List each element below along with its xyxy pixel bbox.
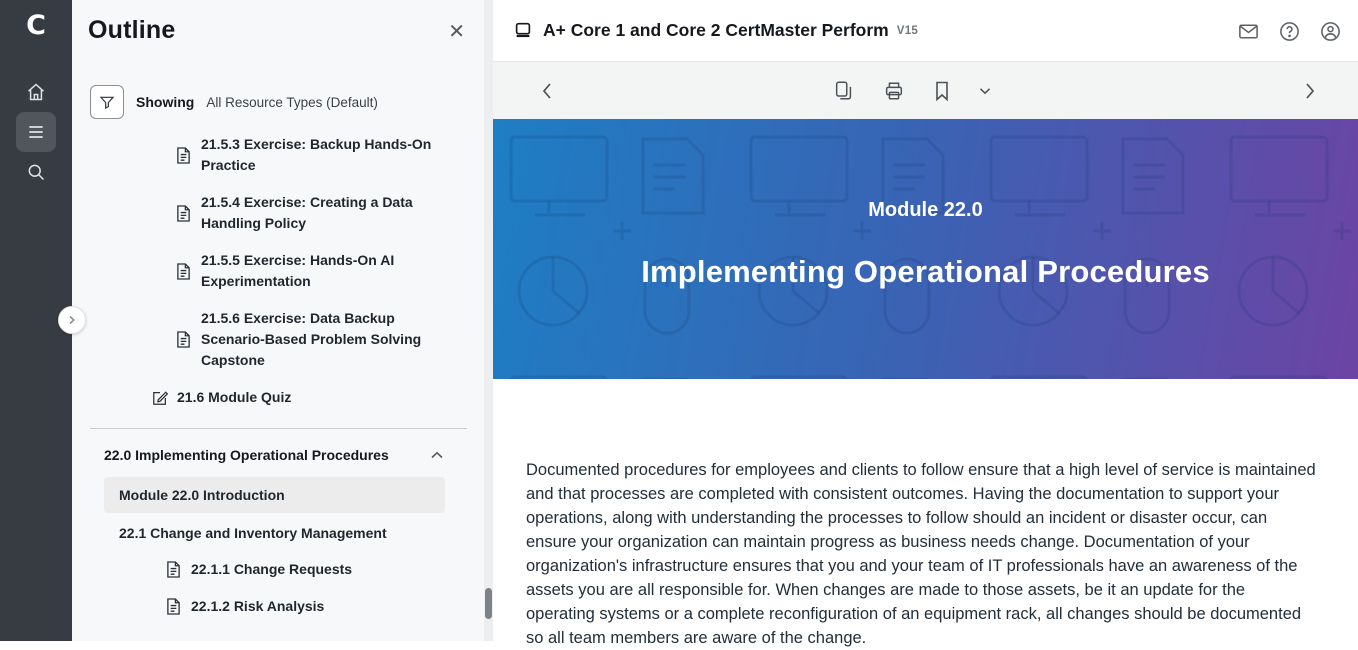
outline-section-22-0[interactable]: 22.0 Implementing Operational Procedures: [72, 447, 485, 463]
module-hero-banner: Module 22.0 Implementing Operational Pro…: [493, 119, 1358, 379]
toolbar-center-group: [833, 80, 991, 102]
outline-item-21-5-5[interactable]: 21.5.5 Exercise: Hands-On AI Experimenta…: [72, 250, 485, 292]
filter-row: Showing All Resource Types (Default): [90, 85, 378, 119]
outline-divider: [90, 428, 467, 429]
filter-button[interactable]: [90, 85, 124, 119]
document-icon: [176, 331, 192, 348]
bookmark-icon[interactable]: [933, 80, 951, 102]
outline-item-module-22-0-intro-selected[interactable]: Module 22.0 Introduction: [104, 477, 445, 513]
hero-module-label: Module 22.0: [493, 199, 1358, 222]
outline-item-21-5-3[interactable]: 21.5.3 Exercise: Backup Hands-On Practic…: [72, 134, 485, 176]
outline-item-label: 21.6 Module Quiz: [177, 387, 291, 408]
main-content: A+ Core 1 and Core 2 CertMaster Perform …: [493, 0, 1358, 641]
previous-page-button[interactable]: [539, 81, 555, 101]
outline-scrollbar-thumb[interactable]: [485, 588, 492, 619]
outline-item-21-5-4[interactable]: 21.5.4 Exercise: Creating a Data Handlin…: [72, 192, 485, 234]
outline-item-label: Module 22.0 Introduction: [119, 487, 285, 503]
outline-item-21-5-6[interactable]: 21.5.6 Exercise: Data Backup Scenario-Ba…: [72, 308, 485, 371]
course-title-wrap: A+ Core 1 and Core 2 CertMaster Perform …: [513, 20, 918, 41]
close-outline-button[interactable]: ✕: [448, 22, 465, 42]
hero-module-title: Implementing Operational Procedures: [493, 254, 1358, 290]
outline-item-label: 22.1.2 Risk Analysis: [191, 596, 324, 617]
search-button[interactable]: [16, 152, 56, 192]
outline-item-label: 22.1.1 Change Requests: [191, 559, 352, 580]
home-button[interactable]: [16, 72, 56, 112]
bookmark-dropdown-chevron-icon[interactable]: [979, 87, 991, 95]
filter-funnel-icon: [99, 94, 115, 110]
menu-icon: [26, 122, 46, 142]
outline-tree: 21.5.3 Exercise: Backup Hands-On Practic…: [72, 134, 485, 633]
document-icon: [176, 263, 192, 280]
filter-showing-label: Showing: [136, 94, 194, 110]
lesson-paragraph: Documented procedures for employees and …: [526, 458, 1318, 650]
outline-panel: Outline ✕ Showing All Resource Types (De…: [72, 0, 493, 641]
lesson-toolbar: [493, 62, 1358, 119]
outline-item-22-1-2[interactable]: 22.1.2 Risk Analysis: [72, 596, 485, 617]
outline-section-label: 22.0 Implementing Operational Procedures: [104, 447, 389, 463]
document-icon: [166, 598, 182, 615]
search-icon: [26, 162, 46, 182]
copy-icon[interactable]: [833, 80, 855, 102]
chevron-right-icon: [67, 315, 77, 325]
course-book-icon: [513, 21, 533, 41]
outline-panel-title: Outline: [88, 16, 176, 45]
mail-button[interactable]: [1237, 20, 1260, 43]
outline-item-label: 21.5.3 Exercise: Backup Hands-On Practic…: [201, 134, 451, 176]
account-button[interactable]: [1319, 20, 1342, 43]
home-icon: [26, 82, 46, 102]
document-icon: [176, 147, 192, 164]
document-icon: [166, 561, 182, 578]
course-title: A+ Core 1 and Core 2 CertMaster Perform: [543, 20, 889, 41]
lesson-body: Documented procedures for employees and …: [493, 379, 1358, 650]
outline-item-label: 21.5.5 Exercise: Hands-On AI Experimenta…: [201, 250, 451, 292]
help-button[interactable]: [1278, 20, 1301, 43]
course-version-badge: V15: [897, 25, 918, 37]
outline-subsection-22-1[interactable]: 22.1 Change and Inventory Management: [72, 525, 485, 541]
filter-value[interactable]: All Resource Types (Default): [206, 95, 378, 110]
header-actions: [1237, 0, 1342, 62]
next-page-button[interactable]: [1302, 81, 1318, 101]
course-header: A+ Core 1 and Core 2 CertMaster Perform …: [493, 0, 1358, 62]
quiz-icon: [152, 390, 168, 406]
outline-scrollbar-track[interactable]: [484, 0, 493, 641]
comptia-logo: C: [0, 10, 72, 41]
outline-item-label: 21.5.6 Exercise: Data Backup Scenario-Ba…: [201, 308, 451, 371]
outline-toggle-button[interactable]: [16, 112, 56, 152]
outline-item-21-6-quiz[interactable]: 21.6 Module Quiz: [72, 387, 485, 408]
panel-expand-button[interactable]: [58, 306, 86, 334]
print-icon[interactable]: [883, 80, 905, 102]
outline-item-label: 22.1 Change and Inventory Management: [119, 525, 387, 541]
document-icon: [176, 205, 192, 222]
hero-text: Module 22.0 Implementing Operational Pro…: [493, 119, 1358, 290]
outline-item-label: 21.5.4 Exercise: Creating a Data Handlin…: [201, 192, 451, 234]
chevron-up-icon: [431, 451, 443, 459]
outline-item-22-1-1[interactable]: 22.1.1 Change Requests: [72, 559, 485, 580]
